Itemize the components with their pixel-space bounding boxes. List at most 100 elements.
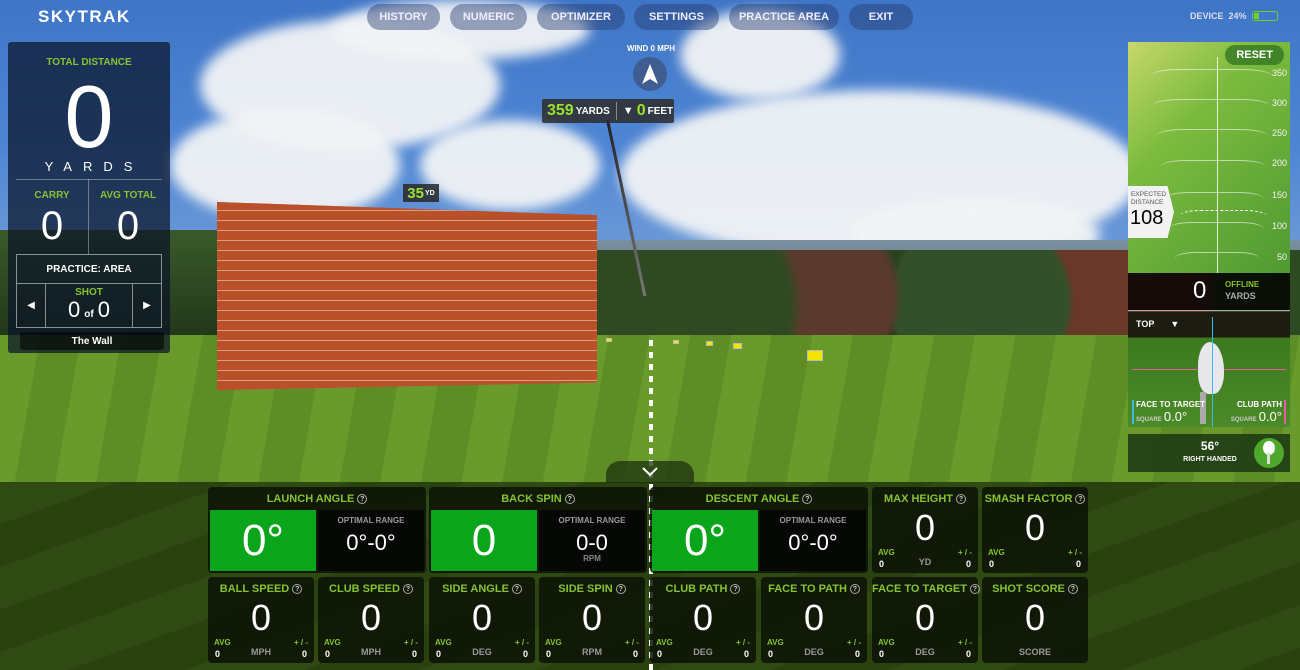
shot-score-tile: SHOT SCORE? 0 SCORE (982, 577, 1088, 663)
question-circle-icon[interactable]: ? (564, 494, 575, 504)
view-selector[interactable]: TOP ▼ (1136, 319, 1179, 329)
distance-tick: 100 (1271, 221, 1287, 231)
metric-label: FACE TO TARGET (872, 583, 967, 595)
plus-minus-label: + / - (957, 638, 972, 647)
metric-value: 0 (360, 597, 382, 638)
plus-minus-label: + / - (846, 638, 861, 647)
club-face-view: TOP ▼ FACE TO TARGET SQUARE 0.0° CLUB PA… (1128, 312, 1290, 427)
metric-label: SIDE SPIN (558, 583, 613, 595)
offline-readout: 0 OFFLINE YARDS (1128, 273, 1290, 311)
shot-of: of (84, 309, 94, 320)
question-circle-icon[interactable]: ? (1075, 494, 1086, 504)
question-circle-icon[interactable]: ? (969, 584, 980, 594)
plus-minus-value: 0 (301, 649, 307, 659)
club-selector[interactable]: 56° RIGHT HANDED (1128, 434, 1290, 472)
distance-arc (1164, 192, 1264, 206)
club-head-icon (1198, 342, 1224, 394)
avg-label: AVG (878, 638, 895, 647)
metric-value: 0 (914, 597, 936, 638)
nav-exit[interactable]: EXIT (849, 4, 913, 30)
club-path-tile: CLUB PATH? 0 AVG 0 DEG + / - 0 (650, 577, 756, 663)
next-shot-button[interactable]: ▶ (133, 284, 161, 327)
plus-minus-value: 0 (411, 649, 417, 659)
wind-label: WIND 0 MPH (627, 44, 675, 53)
expected-label: EXPECTED (1131, 191, 1167, 198)
flight-height-unit: FEET (647, 105, 674, 117)
avg-label: AVG (767, 638, 784, 647)
plus-minus-value: 0 (965, 559, 971, 569)
metric-unit: DEG (915, 647, 935, 657)
metric-unit: SCORE (1018, 647, 1051, 657)
metric-value: 0 (914, 507, 936, 548)
face-to-target-tile: FACE TO TARGET? 0 AVG 0 DEG + / - 0 (872, 577, 980, 663)
metric-unit: DEG (804, 647, 824, 657)
distance-arc (1152, 99, 1270, 113)
side-angle-tile: SIDE ANGLE? 0 AVG 0 DEG + / - 0 (429, 577, 535, 663)
metric-value: 0 (692, 597, 714, 638)
metric-label: DESCENT ANGLE (705, 493, 800, 505)
club-path-label: CLUB PATH (1236, 400, 1282, 409)
wall-distance-marker: 35 YD (403, 184, 439, 202)
nav-numeric[interactable]: NUMERIC (450, 4, 527, 30)
target-flag (673, 340, 679, 344)
collapse-metrics-button[interactable] (606, 461, 694, 483)
smash-factor-tile: SMASH FACTOR? 0 AVG 0 + / - 0 (982, 487, 1088, 573)
question-circle-icon[interactable]: ? (615, 584, 626, 594)
divider (615, 102, 617, 120)
question-circle-icon[interactable]: ? (402, 584, 413, 594)
question-circle-icon[interactable]: ? (802, 494, 813, 504)
optimal-range-label: OPTIMAL RANGE (558, 516, 626, 525)
distance-tick: 300 (1271, 98, 1287, 108)
distance-arc (1156, 129, 1268, 143)
plus-minus-label: + / - (957, 548, 972, 557)
question-circle-icon[interactable]: ? (292, 584, 303, 594)
face-to-target-value: 0.0° (1163, 409, 1188, 424)
offline-label: OFFLINE (1225, 280, 1260, 289)
question-circle-icon[interactable]: ? (849, 584, 860, 594)
nav-practice-area[interactable]: PRACTICE AREA (729, 4, 839, 30)
course-name[interactable]: The Wall (20, 332, 164, 350)
total-distance-value: 0 (64, 67, 114, 166)
shot-total: 0 (97, 297, 110, 322)
plus-minus-value: 0 (854, 649, 860, 659)
device-label: DEVICE (1190, 11, 1224, 21)
reset-button[interactable]: RESET (1225, 45, 1284, 65)
expected-label: DISTANCE (1131, 199, 1164, 206)
plus-minus-value: 0 (743, 649, 749, 659)
metric-value: 0 (581, 597, 603, 638)
nav-optimizer[interactable]: OPTIMIZER (537, 4, 625, 30)
prev-shot-button[interactable]: ◀ (17, 284, 45, 327)
question-circle-icon[interactable]: ? (511, 584, 522, 594)
question-circle-icon[interactable]: ? (1067, 584, 1078, 594)
nav-settings[interactable]: SETTINGS (634, 4, 719, 30)
metric-label: CLUB PATH (665, 583, 728, 595)
optimal-range-box: OPTIMAL RANGE 0°-0° (318, 510, 424, 571)
divider (16, 179, 162, 180)
distance-tick: 200 (1271, 158, 1287, 168)
nav-history[interactable]: HISTORY (367, 4, 440, 30)
distance-arc (1160, 160, 1266, 174)
shot-label: SHOT (75, 287, 103, 298)
metric-label: SIDE ANGLE (442, 583, 509, 595)
metric-value: 0 (1024, 507, 1046, 548)
distance-tick: 250 (1271, 128, 1287, 138)
plus-minus-value: 0 (1075, 559, 1081, 569)
side-spin-tile: SIDE SPIN? 0 AVG 0 RPM + / - 0 (539, 577, 645, 663)
back-spin-tile: BACK SPIN? 0 OPTIMAL RANGE 0-0 RPM (429, 487, 647, 573)
device-status: DEVICE 24% (1190, 11, 1278, 21)
face-to-path-tile: FACE TO PATH? 0 AVG 0 DEG + / - 0 (761, 577, 867, 663)
metric-unit: MPH (361, 647, 381, 657)
shot-counter: SHOT 0 of 0 (45, 284, 133, 327)
question-circle-icon[interactable]: ? (956, 494, 967, 504)
avg-label: AVG (214, 638, 231, 647)
offline-value: 0 (1193, 277, 1207, 304)
optimal-range-unit: RPM (583, 554, 601, 563)
avg-label: AVG (878, 548, 895, 557)
carry-value: 0 (40, 204, 64, 248)
question-circle-icon[interactable]: ? (357, 494, 368, 504)
question-circle-icon[interactable]: ? (730, 584, 741, 594)
chevron-down-icon (642, 467, 658, 477)
target-flag (706, 341, 713, 346)
metric-value: 0 (471, 597, 493, 638)
metric-label: LAUNCH ANGLE (266, 493, 355, 505)
